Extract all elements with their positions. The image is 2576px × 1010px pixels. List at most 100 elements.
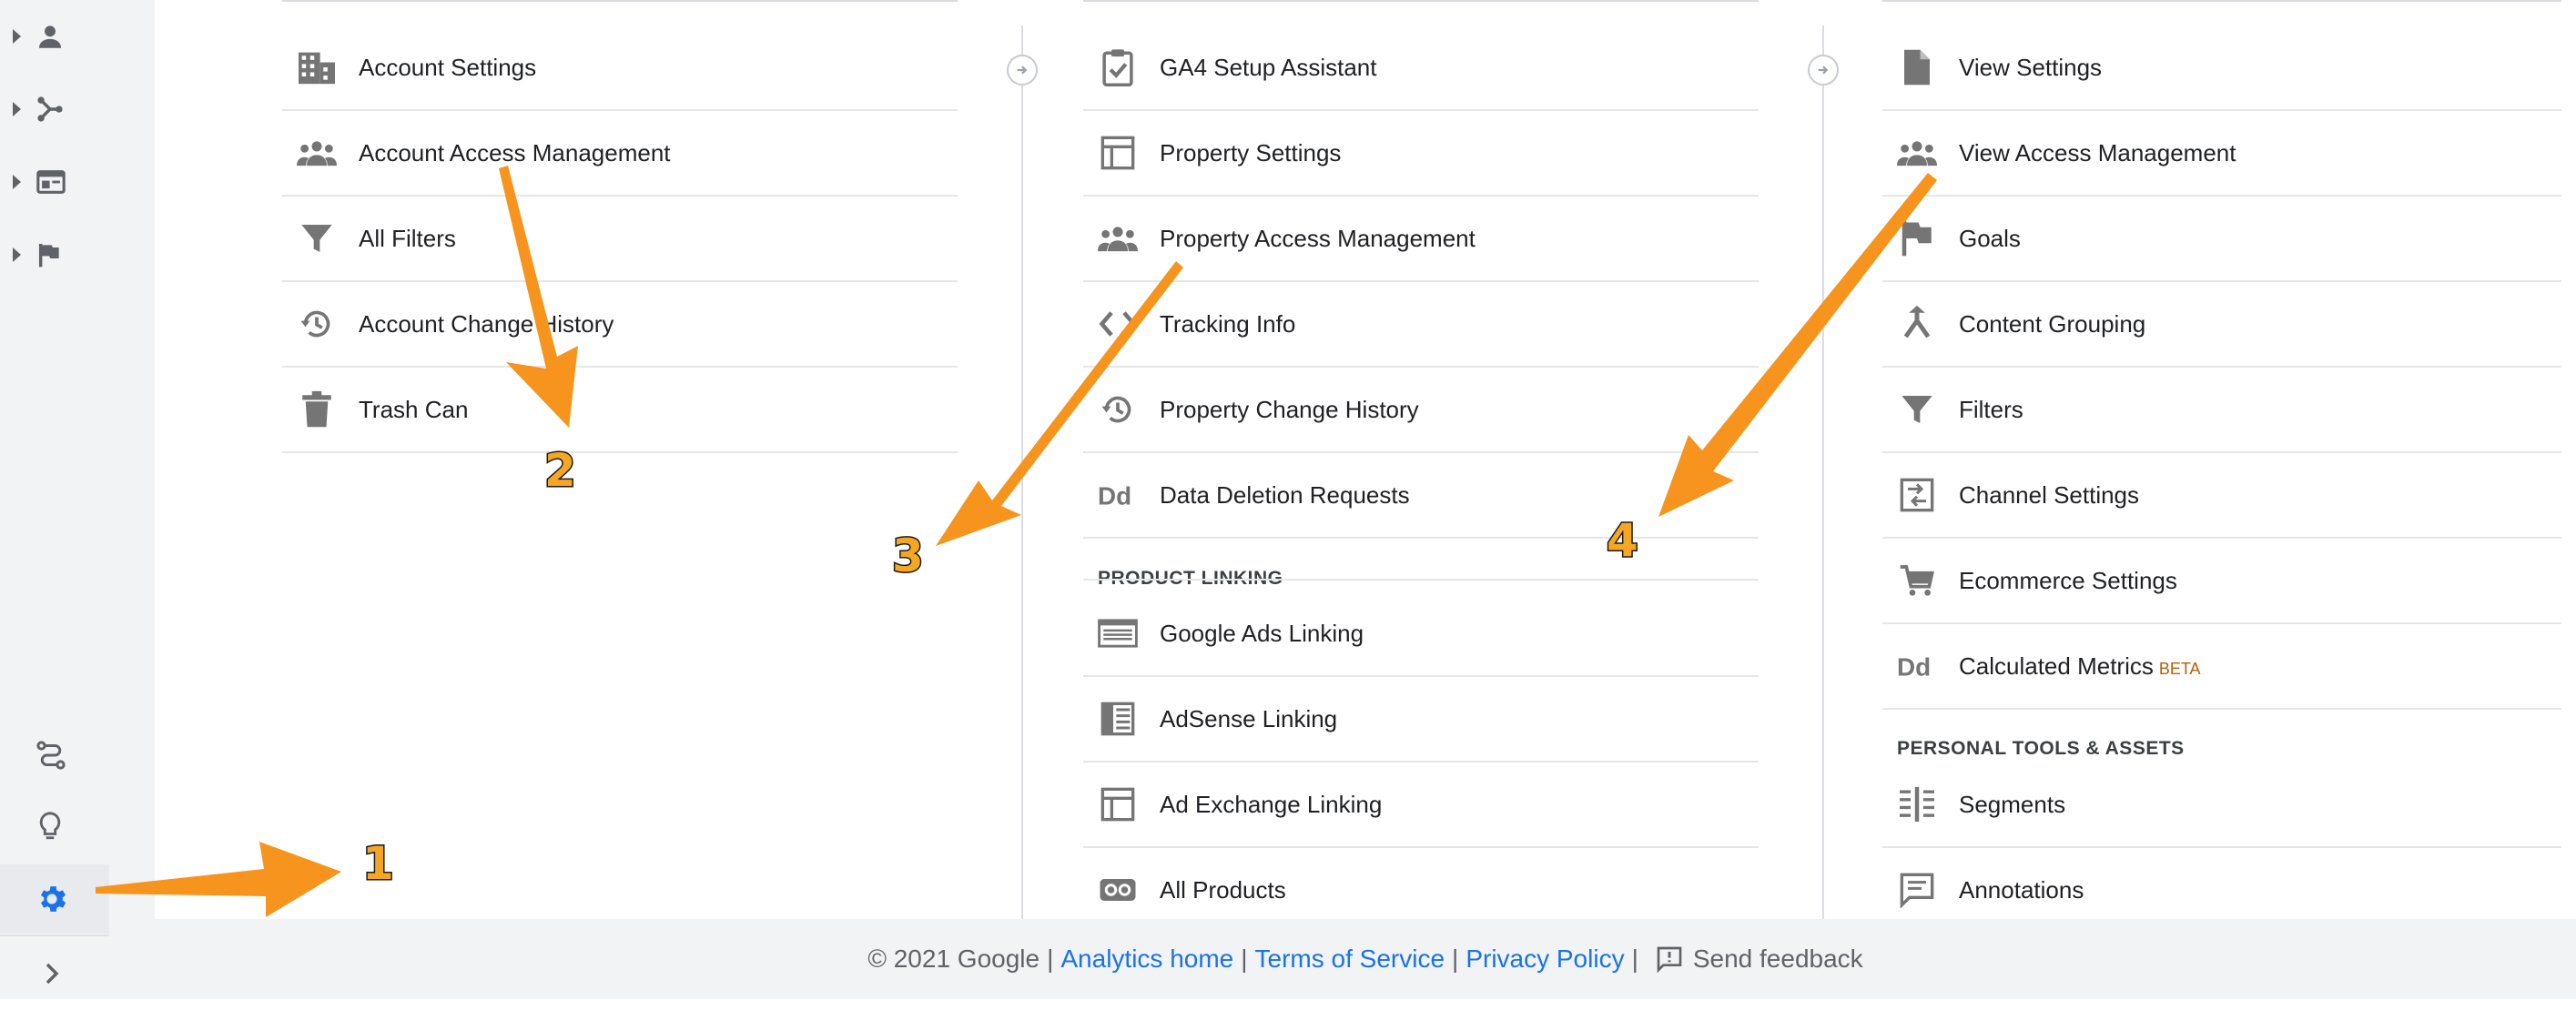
menu-item-text: GA4 Setup Assistant [1160,53,1377,81]
menu-item-property-change-history[interactable]: Property Change History [1083,368,1759,453]
beta-badge: BETA [2158,659,2201,678]
menu-item-text: Goals [1959,224,2021,252]
rail-item-admin[interactable] [0,863,109,935]
account-column-top-border [282,0,958,2]
rail-item-conversions[interactable] [0,218,109,291]
menu-item-text: Google Ads Linking [1160,619,1364,647]
left-nav-rail [0,0,155,999]
menu-item-calculated-metrics[interactable]: Dd Calculated Metrics BETA [1882,624,2561,710]
menu-item-label: Account Access Management [359,139,671,167]
menu-item-text: Account Change History [359,309,614,338]
caret-right-icon [13,102,21,116]
layout-icon [1098,784,1138,824]
menu-item-ad-exchange-linking[interactable]: Ad Exchange Linking [1083,763,1759,848]
menu-item-label: Calculated Metrics BETA [1959,652,2201,681]
analytics-home-link[interactable]: Analytics home [1060,944,1233,974]
menu-item-content-grouping[interactable]: Content Grouping [1882,282,2561,368]
menu-item-account-settings[interactable]: Account Settings [282,25,958,111]
menu-item-label: Channel Settings [1959,481,2139,510]
menu-item-label: View Settings [1959,54,2102,82]
menu-item-text: Filters [1959,395,2023,423]
caret-right-icon [13,175,21,189]
code-icon [1098,304,1138,344]
menu-item-label: Ad Exchange Linking [1160,791,1382,819]
menu-item-account-change-history[interactable]: Account Change History [282,282,958,368]
footer-separator: | [1452,944,1459,973]
menu-item-adsense-linking[interactable]: AdSense Linking [1083,677,1759,763]
privacy-policy-link[interactable]: Privacy Policy [1465,944,1624,974]
menu-item-data-deletion-requests[interactable]: Dd Data Deletion Requests [1083,453,1759,539]
rail-item-user[interactable] [0,0,109,73]
menu-item-label: View Access Management [1959,139,2236,167]
trash-icon [297,389,337,429]
menu-item-text: Ad Exchange Linking [1160,790,1383,818]
history-icon [297,304,337,344]
link-icon [1098,870,1138,910]
send-feedback-button[interactable]: Send feedback [1655,944,1863,974]
menu-item-account-access-management[interactable]: Account Access Management [282,111,958,197]
rail-expand-button[interactable] [0,937,109,1010]
footer: © 2021 Google | Analytics home | Terms o… [155,919,2576,999]
menu-item-filters[interactable]: Filters [1882,368,2561,453]
menu-item-text: View Access Management [1959,138,2236,167]
menu-item-label: GA4 Setup Assistant [1160,54,1376,82]
menu-item-text: Content Grouping [1959,309,2146,338]
annotation-number-4: 4 [1606,513,1640,569]
rail-item-acquisition[interactable] [0,73,109,146]
menu-item-text: All Products [1160,875,1286,904]
menu-item-all-filters[interactable]: All Filters [282,197,958,282]
arrow-right-circle-icon [1017,66,1028,75]
footer-separator: | [1631,944,1638,973]
send-feedback-label: Send feedback [1692,944,1863,973]
dd-icon: Dd [1098,475,1138,515]
rail-item-attribution[interactable] [0,719,109,792]
flag-icon [38,244,59,268]
menu-item-label: Data Deletion Requests [1160,481,1410,510]
people-icon [1098,218,1138,258]
terms-of-service-link[interactable]: Terms of Service [1255,944,1445,974]
lightbulb-icon [39,812,61,840]
people-icon [297,133,337,173]
svg-text:Dd: Dd [1098,481,1131,509]
menu-item-channel-settings[interactable]: Channel Settings [1882,453,2561,539]
menu-item-view-access-management[interactable]: View Access Management [1882,111,2561,197]
layout-icon [1098,133,1138,173]
building-icon [297,47,337,87]
rail-item-behavior[interactable] [0,146,109,218]
menu-item-trash-can[interactable]: Trash Can [282,368,958,453]
menu-item-text: Trash Can [359,395,469,423]
menu-item-text: Property Access Management [1160,224,1476,252]
comment-icon [1897,870,1937,910]
menu-item-text: Account Access Management [359,138,671,167]
menu-item-label: Account Settings [359,54,536,82]
menu-item-label: Ecommerce Settings [1959,567,2177,595]
menu-item-label: Google Ads Linking [1160,620,1364,648]
dd-icon: Dd [1897,646,1937,686]
menu-item-view-settings[interactable]: View Settings [1882,25,2561,111]
menu-item-label: Property Change History [1160,396,1419,424]
annotation-number-2: 2 [543,443,578,499]
view-column-top-border [1882,0,2561,2]
clipboard-check-icon [1098,47,1138,87]
column-connector [1007,55,1038,86]
menu-item-goals[interactable]: Goals [1882,197,2561,282]
menu-item-property-settings[interactable]: Property Settings [1083,111,1759,197]
menu-item-ecommerce-settings[interactable]: Ecommerce Settings [1882,539,2561,624]
menu-item-property-access-management[interactable]: Property Access Management [1083,197,1759,282]
menu-item-ga4-setup-assistant[interactable]: GA4 Setup Assistant [1083,25,1759,111]
browser-window-icon [36,170,66,194]
menu-item-text: Calculated Metrics [1959,651,2154,680]
menu-item-label: All Products [1160,876,1286,904]
people-icon [1897,133,1937,173]
menu-item-text: View Settings [1959,53,2103,81]
menu-item-label: Segments [1959,791,2065,819]
menu-item-text: Property Settings [1160,138,1342,167]
caret-right-icon [13,29,21,44]
menu-item-label: Trash Can [359,396,468,424]
svg-text:Dd: Dd [1897,652,1931,680]
menu-item-tracking-info[interactable]: Tracking Info [1083,282,1759,368]
rail-item-discover[interactable] [0,790,109,863]
menu-item-google-ads-linking[interactable]: Google Ads Linking [1083,591,1759,677]
menu-item-label: Content Grouping [1959,310,2145,338]
menu-item-segments[interactable]: Segments [1882,763,2561,848]
